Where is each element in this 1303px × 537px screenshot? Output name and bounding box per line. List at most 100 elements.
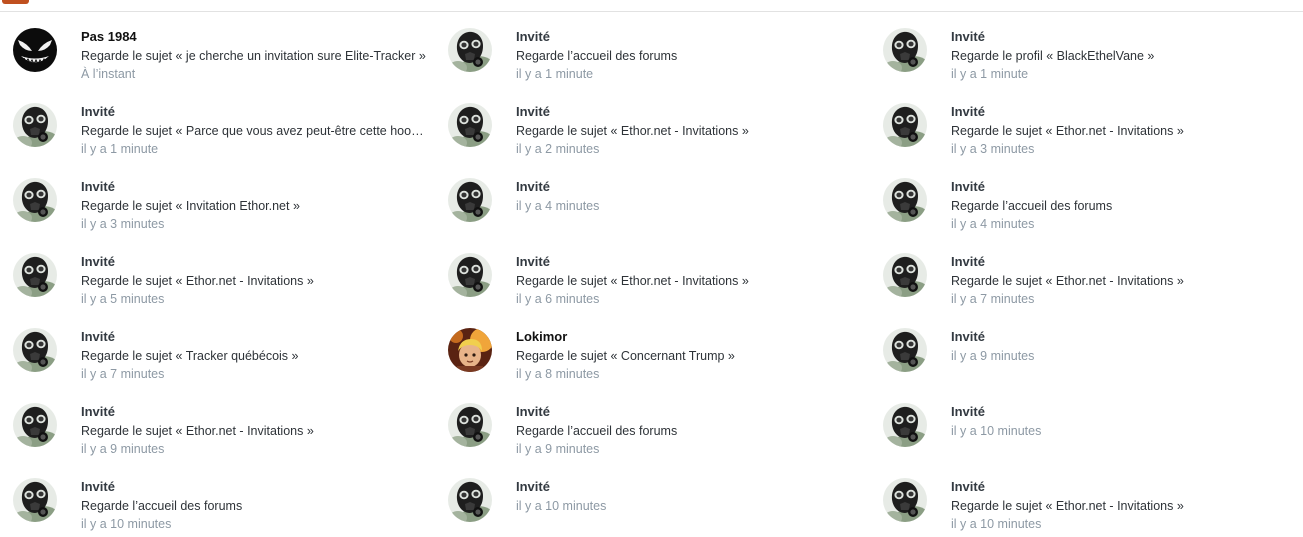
gas-mask-avatar-icon[interactable]: [883, 328, 927, 372]
online-user-entry: Invité il y a 9 minutes: [883, 312, 1303, 387]
user-activity[interactable]: Regarde le sujet « Ethor.net - Invitatio…: [81, 272, 426, 290]
user-name-invite: Invité: [81, 254, 115, 269]
online-user-entry: Invité Regarde l’accueil des forums il y a…: [448, 12, 868, 87]
user-info: Lokimor Regarde le sujet « Concernant Tru…: [516, 329, 861, 383]
user-name-lokimor[interactable]: Lokimor: [516, 329, 861, 345]
gas-mask-avatar-icon[interactable]: [13, 478, 57, 522]
activity-time: il y a 8 minutes: [516, 367, 600, 381]
gas-mask-avatar-icon[interactable]: [448, 253, 492, 297]
gas-mask-avatar-icon[interactable]: [13, 328, 57, 372]
user-name-invite: Invité: [951, 254, 985, 269]
user-name-invite: Invité: [951, 404, 985, 419]
user-info: Invité il y a 4 minutes: [516, 179, 861, 215]
user-info: Invité Regarde le sujet « Ethor.net - Inv…: [951, 479, 1296, 533]
user-activity[interactable]: Regarde le sujet « Concernant Trump »: [516, 347, 861, 365]
user-activity[interactable]: Regarde le sujet « Parce que vous avez p…: [81, 122, 426, 140]
user-name-invite: Invité: [81, 404, 115, 419]
user-info: Invité Regarde l’accueil des forums il y a…: [951, 179, 1296, 233]
activity-time: il y a 9 minutes: [516, 442, 600, 456]
user-name-invite: Invité: [516, 404, 550, 419]
gas-mask-avatar-icon[interactable]: [448, 103, 492, 147]
online-user-entry: Invité Regarde le sujet « Ethor.net - Inv…: [13, 387, 433, 462]
user-name-invite: Invité: [516, 479, 550, 494]
user-activity[interactable]: Regarde le sujet « Ethor.net - Invitatio…: [951, 497, 1296, 515]
user-activity[interactable]: Regarde le sujet « Tracker québécois »: [81, 347, 426, 365]
user-activity[interactable]: Regarde le sujet « Ethor.net - Invitatio…: [516, 272, 861, 290]
cartoon-character-avatar-icon[interactable]: [448, 328, 492, 372]
user-activity[interactable]: Regarde le sujet « Ethor.net - Invitatio…: [951, 122, 1296, 140]
gas-mask-avatar-icon[interactable]: [13, 403, 57, 447]
activity-time: il y a 9 minutes: [81, 442, 165, 456]
user-activity[interactable]: Regarde le sujet « Ethor.net - Invitatio…: [516, 122, 861, 140]
user-activity[interactable]: Regarde l’accueil des forums: [516, 422, 861, 440]
activity-time: il y a 2 minutes: [516, 142, 600, 156]
user-info: Invité il y a 10 minutes: [951, 404, 1296, 440]
activity-time: il y a 3 minutes: [81, 217, 165, 231]
activity-time: il y a 10 minutes: [951, 424, 1042, 438]
online-user-entry: Invité Regarde l’accueil des forums il y a…: [13, 462, 433, 537]
activity-time: il y a 7 minutes: [81, 367, 165, 381]
user-name-invite: Invité: [951, 104, 985, 119]
venom-avatar-icon[interactable]: [13, 28, 57, 72]
user-info: Invité il y a 10 minutes: [516, 479, 861, 515]
activity-time: il y a 10 minutes: [81, 517, 172, 531]
user-info: Invité Regarde l’accueil des forums il y a…: [81, 479, 426, 533]
online-user-entry: Invité Regarde le sujet « Parce que vous …: [13, 87, 433, 162]
gas-mask-avatar-icon[interactable]: [448, 403, 492, 447]
user-info: Invité Regarde le sujet « Ethor.net - Inv…: [81, 254, 426, 308]
gas-mask-avatar-icon[interactable]: [883, 403, 927, 447]
user-info: Invité Regarde l’accueil des forums il y a…: [516, 29, 861, 83]
online-user-entry: Invité Regarde le sujet « Ethor.net - Inv…: [883, 87, 1303, 162]
activity-time: il y a 5 minutes: [81, 292, 165, 306]
user-activity[interactable]: Regarde le sujet « je cherche un invitat…: [81, 47, 426, 65]
online-user-entry: Invité Regarde l’accueil des forums il y a…: [883, 162, 1303, 237]
online-user-entry: Invité Regarde le sujet « Ethor.net - Inv…: [883, 237, 1303, 312]
gas-mask-avatar-icon[interactable]: [883, 253, 927, 297]
online-user-entry: Invité Regarde le sujet « Ethor.net - Inv…: [448, 237, 868, 312]
user-info: Pas 1984 Regarde le sujet « je cherche un…: [81, 29, 426, 83]
gas-mask-avatar-icon[interactable]: [883, 28, 927, 72]
activity-time: À l’instant: [81, 67, 136, 81]
user-activity[interactable]: Regarde l’accueil des forums: [951, 197, 1296, 215]
online-user-entry: Invité il y a 4 minutes: [448, 162, 868, 237]
activity-time: il y a 1 minute: [951, 67, 1029, 81]
user-activity[interactable]: Regarde l’accueil des forums: [81, 497, 426, 515]
user-name-invite: Invité: [81, 179, 115, 194]
user-info: Invité Regarde l’accueil des forums il y a…: [516, 404, 861, 458]
user-name-pas-1984[interactable]: Pas 1984: [81, 29, 426, 45]
user-activity[interactable]: Regarde le sujet « Invitation Ethor.net …: [81, 197, 426, 215]
gas-mask-avatar-icon[interactable]: [13, 103, 57, 147]
user-info: Invité Regarde le profil « BlackEthelVane…: [951, 29, 1296, 83]
user-info: Invité Regarde le sujet « Parce que vous …: [81, 104, 426, 158]
online-user-entry: Lokimor Regarde le sujet « Concernant Tru…: [448, 312, 868, 387]
activity-time: il y a 4 minutes: [516, 199, 600, 213]
gas-mask-avatar-icon[interactable]: [13, 178, 57, 222]
gas-mask-avatar-icon[interactable]: [448, 478, 492, 522]
gas-mask-avatar-icon[interactable]: [13, 253, 57, 297]
user-activity[interactable]: Regarde le sujet « Ethor.net - Invitatio…: [81, 422, 426, 440]
user-info: Invité Regarde le sujet « Ethor.net - Inv…: [516, 254, 861, 308]
activity-time: il y a 1 minute: [81, 142, 159, 156]
user-activity[interactable]: Regarde le profil « BlackEthelVane »: [951, 47, 1296, 65]
online-user-entry: Invité Regarde le profil « BlackEthelVane…: [883, 12, 1303, 87]
user-info: Invité Regarde le sujet « Ethor.net - Inv…: [516, 104, 861, 158]
gas-mask-avatar-icon[interactable]: [883, 103, 927, 147]
online-user-entry: Invité Regarde le sujet « Ethor.net - Inv…: [883, 462, 1303, 537]
user-name-invite: Invité: [81, 104, 115, 119]
online-user-entry: Invité Regarde le sujet « Ethor.net - Inv…: [448, 87, 868, 162]
gas-mask-avatar-icon[interactable]: [883, 178, 927, 222]
gas-mask-avatar-icon[interactable]: [448, 178, 492, 222]
online-user-entry: Invité Regarde l’accueil des forums il y a…: [448, 387, 868, 462]
user-info: Invité Regarde le sujet « Invitation Etho…: [81, 179, 426, 233]
activity-time: il y a 3 minutes: [951, 142, 1035, 156]
user-name-invite: Invité: [516, 179, 550, 194]
activity-time: il y a 1 minute: [516, 67, 594, 81]
user-info: Invité Regarde le sujet « Ethor.net - Inv…: [951, 254, 1296, 308]
online-user-entry: Invité Regarde le sujet « Ethor.net - Inv…: [13, 237, 433, 312]
gas-mask-avatar-icon[interactable]: [448, 28, 492, 72]
user-activity[interactable]: Regarde le sujet « Ethor.net - Invitatio…: [951, 272, 1296, 290]
user-activity[interactable]: Regarde l’accueil des forums: [516, 47, 861, 65]
online-user-entry: Invité Regarde le sujet « Tracker québéco…: [13, 312, 433, 387]
gas-mask-avatar-icon[interactable]: [883, 478, 927, 522]
user-name-invite: Invité: [951, 29, 985, 44]
